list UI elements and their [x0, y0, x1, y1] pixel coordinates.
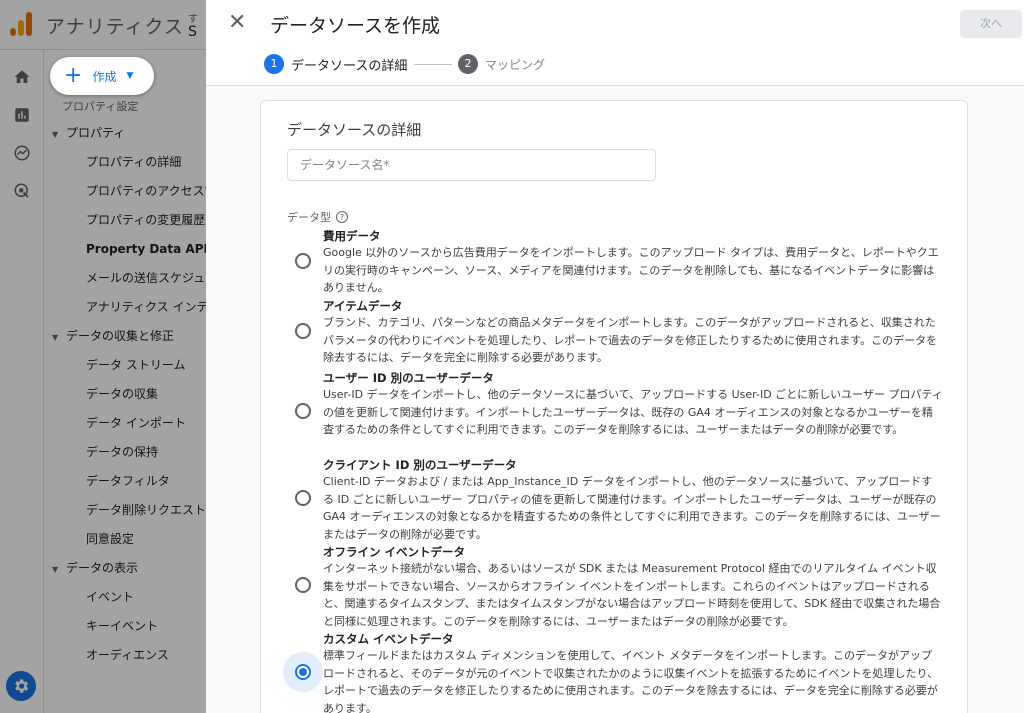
option-title: 費用データ: [323, 229, 381, 243]
option-title: アイテムデータ: [323, 299, 403, 313]
radio-button[interactable]: [295, 403, 311, 419]
details-card: データソースの詳細 データ型 ? 費用データ Google 以外のソースから広告…: [260, 100, 968, 713]
option-title: オフライン イベントデータ: [323, 545, 466, 559]
create-data-source-dialog: ✕ データソースを作成 次へ 1 データソースの詳細 2 マッピング データソー…: [206, 0, 1024, 713]
close-icon[interactable]: ✕: [228, 11, 246, 35]
option-title: ユーザー ID 別のユーザーデータ: [323, 371, 494, 385]
next-button[interactable]: 次へ: [960, 10, 1022, 38]
radio-button[interactable]: [295, 577, 311, 593]
stepper-step-1[interactable]: 1 データソースの詳細: [264, 54, 407, 74]
data-source-name-input[interactable]: [287, 149, 656, 181]
caret-down-icon: ▼: [126, 71, 134, 81]
option-description: Client-ID データおよび / または App_Instance_ID デ…: [323, 475, 941, 541]
step-number: 2: [458, 54, 478, 74]
option-description: Google 以外のソースから広告費用データをインポートします。このアップロード…: [323, 246, 939, 294]
radio-button[interactable]: [295, 490, 311, 506]
create-button-label: 作成: [92, 69, 117, 84]
data-type-label: データ型 ?: [287, 209, 348, 225]
option-title: カスタム イベントデータ: [323, 632, 454, 646]
dialog-title: データソースを作成: [270, 15, 441, 37]
help-icon[interactable]: ?: [336, 211, 348, 223]
modal-scrim[interactable]: [0, 0, 206, 713]
stepper-connector: [414, 64, 452, 65]
radio-button[interactable]: [295, 253, 311, 269]
radio-button[interactable]: [295, 323, 311, 339]
step-number: 1: [264, 54, 284, 74]
option-title: クライアント ID 別のユーザーデータ: [323, 458, 517, 472]
option-description: インターネット接続がない場合、あるいはソースが SDK または Measurem…: [323, 562, 941, 628]
radio-button-selected[interactable]: [295, 664, 311, 680]
option-description: 標準フィールドまたはカスタム ディメンションを使用して、イベント メタデータをイ…: [323, 649, 939, 713]
card-title: データソースの詳細: [287, 121, 422, 139]
option-description: User-ID データをインポートし、他のデータソースに基づいて、アップロードす…: [323, 388, 943, 436]
step-label: マッピング: [485, 57, 546, 72]
dialog-header: ✕ データソースを作成 次へ 1 データソースの詳細 2 マッピング: [206, 0, 1024, 86]
step-label: データソースの詳細: [291, 58, 408, 74]
create-button[interactable]: + 作成 ▼: [50, 57, 154, 95]
plus-icon: +: [64, 63, 83, 88]
option-description: ブランド、カテゴリ、パターンなどの商品メタデータをインポートします。このデータが…: [323, 316, 938, 364]
stepper-step-2[interactable]: 2 マッピング: [458, 54, 545, 74]
